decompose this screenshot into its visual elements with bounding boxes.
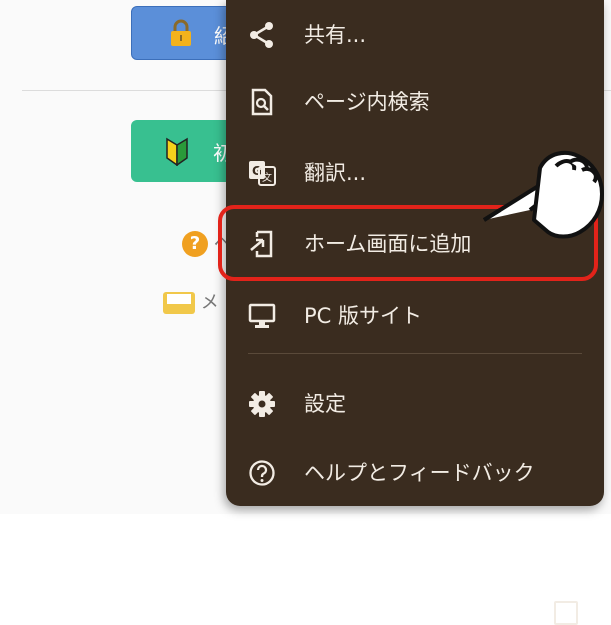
menu-item-label: 翻訳... <box>304 161 367 185</box>
menu-item-share[interactable]: 共有... <box>226 15 604 55</box>
desktop-site-checkbox[interactable] <box>554 601 578 625</box>
envelope-icon <box>163 292 195 314</box>
mail-link-text: メ <box>200 292 219 313</box>
translate-icon: G 文 <box>249 161 276 186</box>
mail-link[interactable]: メ <box>163 288 219 314</box>
menu-item-desktop-site[interactable]: PC 版サイト <box>226 296 604 625</box>
help-icon <box>249 460 275 486</box>
menu-item-help-feedback[interactable]: ヘルプとフィードバック <box>226 453 604 493</box>
lock-icon <box>171 19 191 46</box>
menu-item-label: 共有... <box>304 23 367 47</box>
desktop-icon <box>248 303 276 328</box>
menu-item-settings[interactable]: 設定 <box>226 384 604 424</box>
menu-item-label: PC 版サイト <box>304 304 423 328</box>
menu-item-label: ページ内検索 <box>304 90 430 114</box>
menu-item-label: ヘルプとフィードバック <box>304 461 535 485</box>
gear-icon <box>249 391 275 417</box>
beginner-mark-icon <box>166 137 188 166</box>
find-in-page-icon <box>251 88 273 116</box>
menu-divider <box>248 353 582 354</box>
share-icon <box>250 22 273 48</box>
menu-item-find-in-page[interactable]: ページ内検索 <box>226 82 604 122</box>
menu-item-label: 設定 <box>304 392 346 416</box>
svg-text:文: 文 <box>262 171 272 184</box>
question-icon: ? <box>182 231 208 257</box>
pointing-hand-icon <box>482 150 604 239</box>
